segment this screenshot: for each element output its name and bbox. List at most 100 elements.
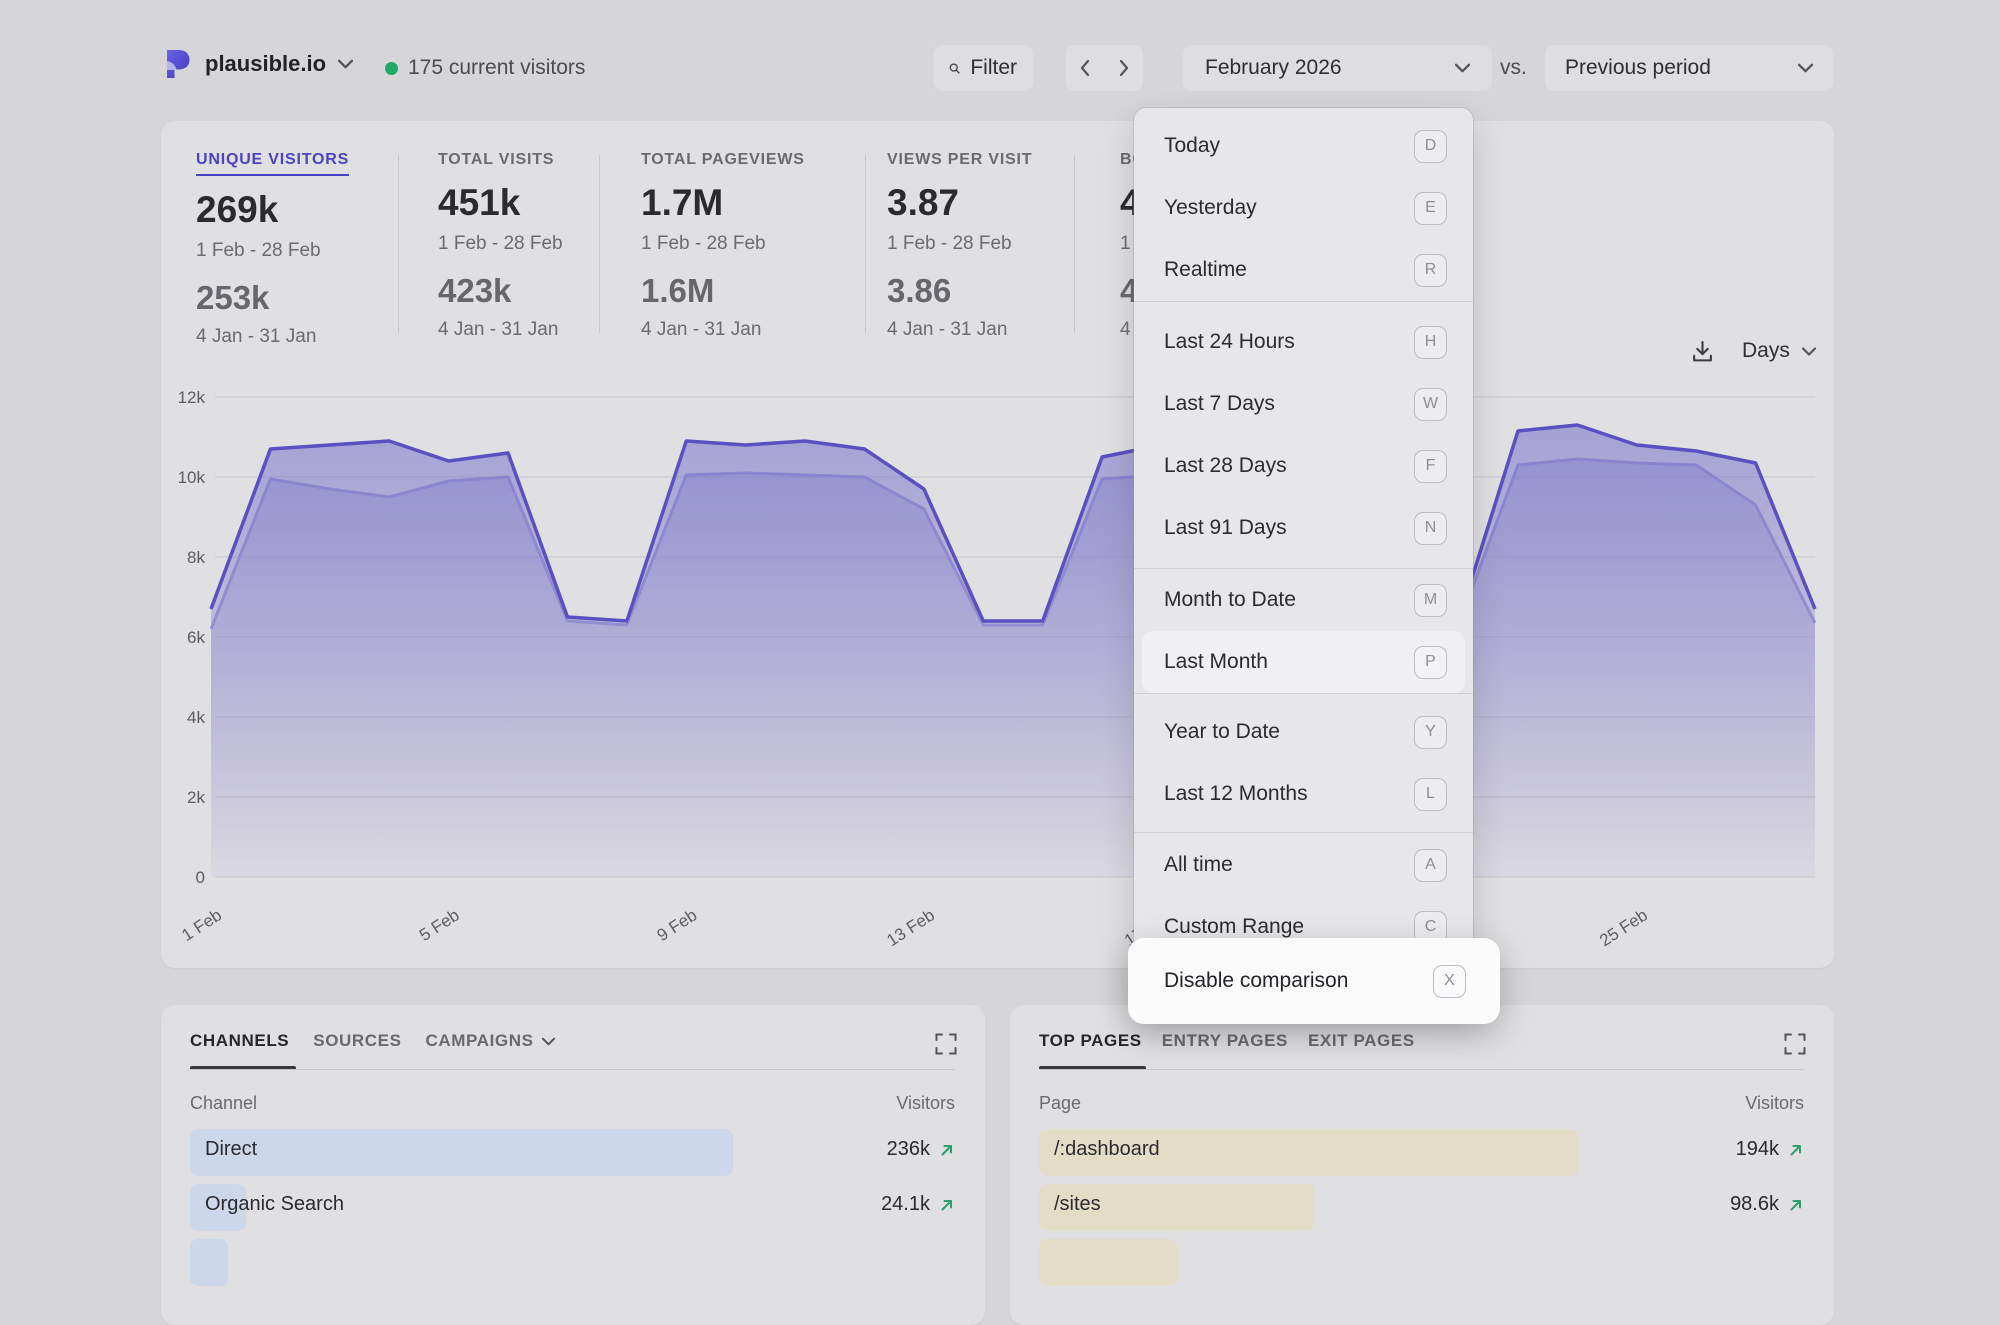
menu-item-label: All time xyxy=(1164,853,1233,877)
menu-item-today[interactable]: Today D xyxy=(1134,115,1473,177)
shortcut-key: N xyxy=(1414,512,1447,545)
menu-item-year-to-date[interactable]: Year to Date Y xyxy=(1134,701,1473,763)
menu-item-last-12-months[interactable]: Last 12 Months L xyxy=(1134,763,1473,825)
stat-range: 1 Feb - 28 Feb xyxy=(887,233,1032,255)
shortcut-key: X xyxy=(1433,965,1466,998)
list-item[interactable]: /:dashboard 194k xyxy=(1039,1125,1804,1180)
stat-value: 451k xyxy=(438,182,563,224)
comparison-mode-label: Previous period xyxy=(1565,56,1711,80)
menu-item-label: Last 91 Days xyxy=(1164,516,1287,540)
tab-label: CAMPAIGNS xyxy=(426,1031,534,1051)
list-item[interactable]: Organic Search 24.1k xyxy=(190,1180,955,1235)
stat-label: VIEWS PER VISIT xyxy=(887,151,1032,169)
stat-divider xyxy=(865,155,866,333)
period-nav xyxy=(1066,45,1143,91)
prev-period-button[interactable] xyxy=(1066,45,1104,91)
menu-item-last-7-days[interactable]: Last 7 Days W xyxy=(1134,373,1473,435)
list-item[interactable]: Direct 236k xyxy=(190,1125,955,1180)
menu-item-last-91-days[interactable]: Last 91 Days N xyxy=(1134,497,1473,559)
tab-exit-pages[interactable]: EXIT PAGES xyxy=(1308,1031,1415,1051)
shortcut-key: W xyxy=(1414,388,1447,421)
list-item[interactable] xyxy=(1039,1235,1804,1290)
search-icon xyxy=(949,59,960,78)
menu-item-last-month[interactable]: Last Month P xyxy=(1142,631,1465,693)
current-visitors[interactable]: 175 current visitors xyxy=(385,56,585,80)
stat-prev-value: 1.6M xyxy=(641,272,805,310)
menu-item-all-time[interactable]: All time A xyxy=(1134,834,1473,896)
pages-card: TOP PAGES ENTRY PAGES EXIT PAGES Page Vi… xyxy=(1010,1005,1834,1325)
interval-selector[interactable]: Days xyxy=(1742,339,1816,363)
tab-sources[interactable]: SOURCES xyxy=(313,1031,401,1051)
stat-views-per-visit[interactable]: VIEWS PER VISIT 3.87 1 Feb - 28 Feb 3.86… xyxy=(887,151,1032,341)
expand-icon[interactable] xyxy=(1784,1033,1806,1055)
menu-group: Last 24 Hours H Last 7 Days W Last 28 Da… xyxy=(1134,302,1473,568)
stat-label: TOTAL PAGEVIEWS xyxy=(641,151,805,169)
disable-comparison-popup[interactable]: Disable comparison X xyxy=(1128,938,1500,1024)
shortcut-key: L xyxy=(1414,778,1447,811)
tabs-divider xyxy=(1039,1069,1804,1070)
download-icon[interactable] xyxy=(1691,340,1714,363)
svg-text:8k: 8k xyxy=(187,548,205,567)
stat-prev-range: 4 Jan - 31 Jan xyxy=(887,319,1032,341)
svg-text:13 Feb: 13 Feb xyxy=(883,905,938,950)
filter-button[interactable]: Filter xyxy=(933,45,1033,91)
menu-item-label: Last 7 Days xyxy=(1164,392,1275,416)
shortcut-key: H xyxy=(1414,326,1447,359)
menu-item-realtime[interactable]: Realtime R xyxy=(1134,239,1473,301)
tab-channels[interactable]: CHANNELS xyxy=(190,1031,289,1051)
menu-item-last-24-hours[interactable]: Last 24 Hours H xyxy=(1134,311,1473,373)
svg-text:0: 0 xyxy=(196,868,205,887)
stat-prev-value: 3.86 xyxy=(887,272,1032,310)
shortcut-key: M xyxy=(1414,584,1447,617)
date-range-menu: Today D Yesterday E Realtime R Last 24 H… xyxy=(1134,108,1473,1005)
menu-item-last-28-days[interactable]: Last 28 Days F xyxy=(1134,435,1473,497)
trend-up-icon xyxy=(1788,1197,1804,1213)
comparison-mode-button[interactable]: Previous period xyxy=(1545,45,1833,91)
svg-text:5 Feb: 5 Feb xyxy=(416,905,463,945)
stat-range: 1 Feb - 28 Feb xyxy=(196,240,349,262)
site-switcher[interactable]: plausible.io xyxy=(163,48,353,80)
menu-item-yesterday[interactable]: Yesterday E xyxy=(1134,177,1473,239)
menu-item-label: Last 24 Hours xyxy=(1164,330,1295,354)
menu-item-label: Custom Range xyxy=(1164,915,1304,939)
trend-up-icon xyxy=(1788,1142,1804,1158)
chevron-left-icon xyxy=(1080,60,1090,76)
column-header: Page xyxy=(1039,1093,1081,1114)
stat-range: 1 Feb - 28 Feb xyxy=(641,233,805,255)
row-value: 236k xyxy=(887,1138,930,1161)
interval-label: Days xyxy=(1742,339,1790,363)
stat-total-visits[interactable]: TOTAL VISITS 451k 1 Feb - 28 Feb 423k 4 … xyxy=(438,151,563,341)
menu-item-label: Year to Date xyxy=(1164,720,1280,744)
stat-divider xyxy=(599,155,600,333)
stat-label: TOTAL VISITS xyxy=(438,151,563,169)
date-range-button[interactable]: February 2026 xyxy=(1183,45,1492,91)
column-header: Channel xyxy=(190,1093,257,1114)
value-bar xyxy=(1039,1239,1177,1286)
stat-divider xyxy=(1074,155,1075,333)
menu-group: Today D Yesterday E Realtime R xyxy=(1134,115,1473,301)
tab-entry-pages[interactable]: ENTRY PAGES xyxy=(1162,1031,1288,1051)
stat-divider xyxy=(398,155,399,333)
expand-icon[interactable] xyxy=(935,1033,957,1055)
menu-group: Year to Date Y Last 12 Months L xyxy=(1134,694,1473,832)
value-bar xyxy=(190,1239,228,1286)
chart-toolbar: Days xyxy=(1691,339,1816,363)
svg-text:6k: 6k xyxy=(187,628,205,647)
value-bar xyxy=(190,1129,733,1176)
svg-text:1 Feb: 1 Feb xyxy=(178,905,225,945)
stat-label: UNIQUE VISITORS xyxy=(196,151,349,176)
stat-total-pageviews[interactable]: TOTAL PAGEVIEWS 1.7M 1 Feb - 28 Feb 1.6M… xyxy=(641,151,805,341)
menu-item-month-to-date[interactable]: Month to Date M xyxy=(1134,569,1473,631)
dashboard-card: UNIQUE VISITORS 269k 1 Feb - 28 Feb 253k… xyxy=(161,121,1834,968)
site-name: plausible.io xyxy=(205,51,326,77)
list-item[interactable]: /sites 98.6k xyxy=(1039,1180,1804,1235)
svg-text:2k: 2k xyxy=(187,788,205,807)
row-value: 98.6k xyxy=(1730,1193,1779,1216)
tab-top-pages[interactable]: TOP PAGES xyxy=(1039,1031,1142,1051)
shortcut-key: E xyxy=(1414,192,1447,225)
tab-campaigns[interactable]: CAMPAIGNS xyxy=(426,1031,555,1051)
stat-unique-visitors[interactable]: UNIQUE VISITORS 269k 1 Feb - 28 Feb 253k… xyxy=(196,151,349,348)
next-period-button[interactable] xyxy=(1105,45,1143,91)
list-item[interactable] xyxy=(190,1235,955,1290)
row-value: 194k xyxy=(1736,1138,1779,1161)
